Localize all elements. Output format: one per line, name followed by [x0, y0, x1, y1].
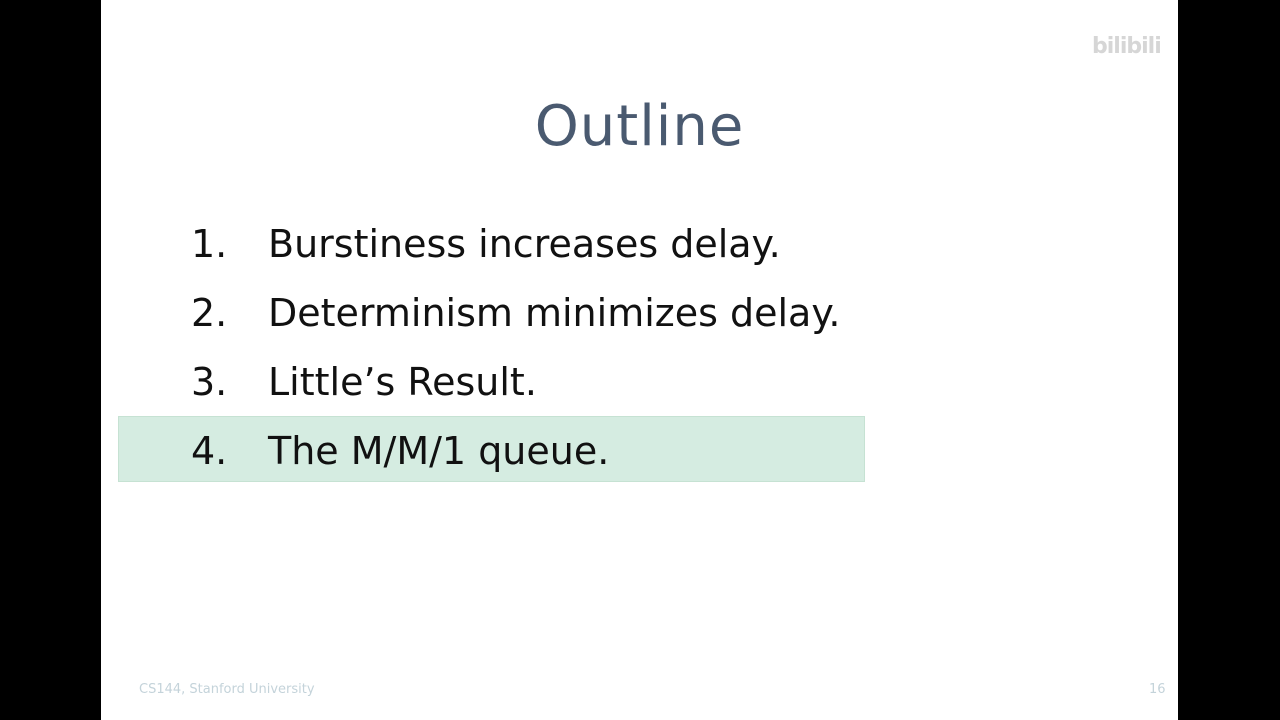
outline-item-4: 4. The M/M/1 queue. [101, 417, 1178, 485]
slide: Outline 1. Burstiness increases delay. 2… [101, 0, 1178, 720]
slide-title: Outline [534, 94, 745, 159]
item-text: Determinism minimizes delay. [268, 291, 841, 335]
item-number: 4. [191, 429, 228, 473]
footer-course: CS144, Stanford University [139, 682, 315, 697]
item-text: The M/M/1 queue. [268, 429, 610, 473]
bilibili-watermark-logo: bilibili [1092, 34, 1162, 59]
item-number: 3. [191, 360, 228, 404]
item-number: 2. [191, 291, 228, 335]
page-number: 16 [1149, 682, 1166, 697]
item-text: Little’s Result. [268, 360, 537, 404]
item-number: 1. [191, 222, 228, 266]
outline-item-2: 2. Determinism minimizes delay. [101, 279, 1178, 347]
outline-item-1: 1. Burstiness increases delay. [101, 210, 1178, 278]
item-text: Burstiness increases delay. [268, 222, 781, 266]
video-frame: Outline 1. Burstiness increases delay. 2… [0, 0, 1280, 720]
outline-item-3: 3. Little’s Result. [101, 348, 1178, 416]
